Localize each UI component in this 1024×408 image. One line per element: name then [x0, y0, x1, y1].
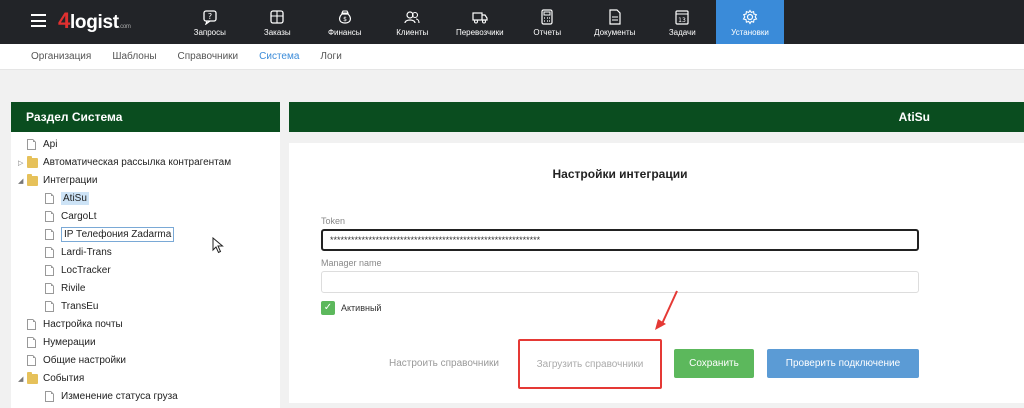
- truck-icon: [472, 12, 488, 24]
- tree-item-events[interactable]: ◢ События: [18, 370, 84, 387]
- nav-requests[interactable]: ? Запросы: [176, 0, 244, 44]
- token-label: Token: [321, 216, 346, 226]
- folder-icon: [27, 155, 38, 168]
- save-button[interactable]: Сохранить: [674, 349, 754, 378]
- nav-documents[interactable]: Документы: [581, 0, 649, 44]
- integration-header: AtiSu: [289, 102, 1024, 132]
- tree-item-general-settings[interactable]: Общие настройки: [18, 352, 126, 369]
- nav-label: Запросы: [193, 28, 226, 37]
- subnav-templates[interactable]: Шаблоны: [112, 51, 156, 62]
- document-icon: [45, 193, 54, 204]
- integration-settings-card: Настройки интеграции Token *************…: [289, 143, 1024, 403]
- nav-label: Финансы: [327, 28, 362, 37]
- top-navbar: 4logist.com ? Запросы Заказы $ Финансы К…: [0, 0, 1024, 44]
- subnav-directories[interactable]: Справочники: [178, 51, 239, 62]
- nav-clients[interactable]: Клиенты: [379, 0, 447, 44]
- tree-item-loctracker[interactable]: LocTracker: [45, 262, 111, 279]
- document-icon: [45, 301, 54, 312]
- mouse-cursor-icon: [212, 237, 224, 254]
- document-icon: [27, 139, 36, 150]
- nav-label: Задачи: [668, 28, 696, 37]
- nav-orders[interactable]: Заказы: [244, 0, 312, 44]
- nav-carriers[interactable]: Перевозчики: [446, 0, 514, 44]
- document-icon: [27, 319, 36, 330]
- panel-title: Раздел Система: [11, 102, 280, 132]
- annotation-arrow: [655, 290, 678, 330]
- document-icon: [45, 211, 54, 222]
- calculator-icon: [541, 9, 553, 25]
- collapse-arrow-icon[interactable]: ◢: [18, 177, 27, 185]
- svg-text:13: 13: [678, 17, 686, 24]
- sub-nav: Организация Шаблоны Справочники Система …: [0, 44, 1024, 70]
- nav-label: Установки: [731, 28, 769, 37]
- tree-item-transeu[interactable]: TransEu: [45, 298, 98, 315]
- nav-label: Перевозчики: [455, 28, 504, 37]
- folder-icon: [27, 371, 38, 384]
- tree-item-lardi-trans[interactable]: Lardi-Trans: [45, 244, 112, 261]
- check-connection-button[interactable]: Проверить подключение: [767, 349, 919, 378]
- users-icon: [404, 11, 420, 24]
- document-icon: [27, 337, 36, 348]
- manager-name-label: Manager name: [321, 258, 382, 268]
- collapse-arrow-icon[interactable]: ◢: [18, 375, 27, 383]
- document-icon: [45, 265, 54, 276]
- subnav-system[interactable]: Система: [259, 51, 299, 62]
- tree-item-api[interactable]: Api: [18, 136, 57, 153]
- nav-label: Клиенты: [396, 28, 429, 37]
- box-icon: [270, 10, 284, 24]
- integration-title: AtiSu: [898, 110, 930, 124]
- nav-label: Заказы: [263, 28, 291, 37]
- document-icon: [45, 283, 54, 294]
- tree-item-auto-mailing[interactable]: ▷ Автоматическая рассылка контрагентам: [18, 154, 231, 171]
- nav-tasks[interactable]: 13 Задачи: [649, 0, 717, 44]
- calendar-icon: 13: [675, 10, 689, 25]
- configure-directories-button[interactable]: Настроить справочники: [381, 349, 507, 378]
- tree-item-numbering[interactable]: Нумерации: [18, 334, 96, 351]
- card-title: Настройки интеграции: [552, 167, 688, 181]
- gear-icon: [742, 9, 758, 25]
- nav-label: Отчеты: [533, 28, 562, 37]
- nav-settings[interactable]: Установки: [716, 0, 784, 44]
- svg-text:?: ?: [208, 12, 212, 21]
- load-directories-button[interactable]: Загрузить справочники: [518, 339, 662, 389]
- manager-name-field[interactable]: [321, 271, 919, 293]
- chat-question-icon: ?: [203, 10, 217, 25]
- menu-icon[interactable]: [31, 14, 46, 27]
- document-icon: [45, 247, 54, 258]
- nav-label: Документы: [594, 28, 636, 37]
- document-icon: [609, 9, 621, 25]
- document-icon: [45, 229, 54, 240]
- nav-reports[interactable]: Отчеты: [514, 0, 582, 44]
- main-nav: ? Запросы Заказы $ Финансы Клиенты Перев…: [176, 0, 784, 44]
- expand-arrow-icon[interactable]: ▷: [18, 159, 27, 167]
- tree-item-integrations[interactable]: ◢ Интеграции: [18, 172, 97, 189]
- system-section-panel: Раздел Система Api ▷ Автоматическая рассы…: [11, 102, 280, 408]
- tree-item-rivile[interactable]: Rivile: [45, 280, 85, 297]
- tree-item-cargolt[interactable]: CargoLt: [45, 208, 97, 225]
- active-label: Активный: [341, 303, 382, 313]
- tree-item-mail-settings[interactable]: Настройка почты: [18, 316, 123, 333]
- nav-finance[interactable]: $ Финансы: [311, 0, 379, 44]
- money-bag-icon: $: [338, 10, 351, 24]
- tree-item-cargo-status-change[interactable]: Изменение статуса груза: [45, 388, 178, 405]
- document-icon: [45, 391, 54, 402]
- active-checkbox[interactable]: ✓: [321, 301, 335, 315]
- subnav-organization[interactable]: Организация: [31, 51, 91, 62]
- token-field[interactable]: ****************************************…: [321, 229, 919, 251]
- folder-icon: [27, 173, 38, 186]
- svg-text:$: $: [343, 16, 347, 23]
- logo[interactable]: 4logist.com: [58, 9, 131, 39]
- document-icon: [27, 355, 36, 366]
- subnav-logs[interactable]: Логи: [320, 51, 341, 62]
- tree-item-atisu[interactable]: AtiSu: [45, 190, 89, 207]
- tree-item-zadarma[interactable]: IP Телефония Zadarma: [45, 226, 175, 243]
